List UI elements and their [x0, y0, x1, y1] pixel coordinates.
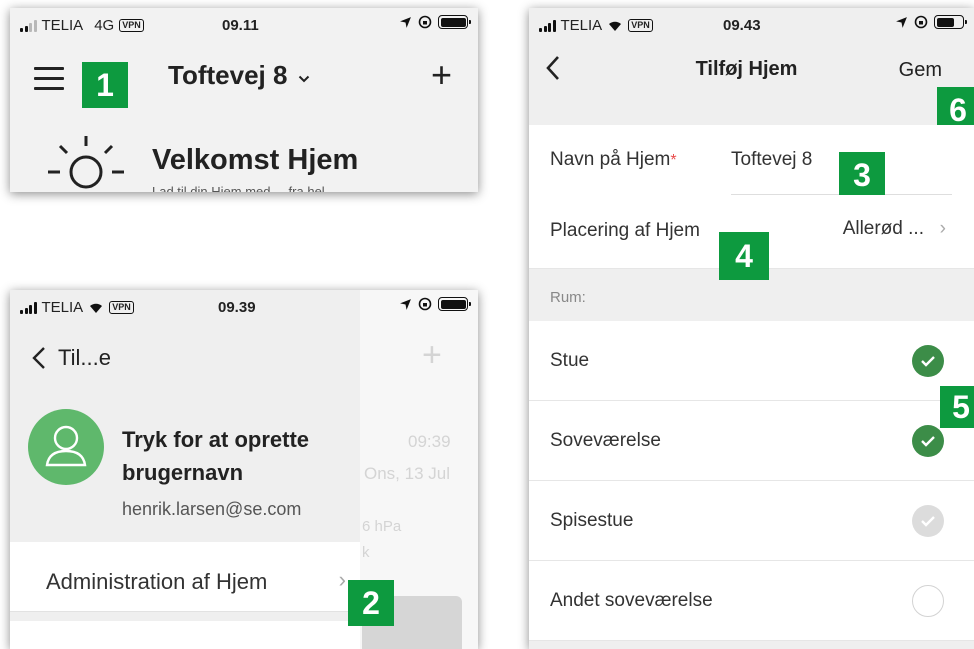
step-badge-4: 4 [719, 232, 769, 280]
chevron-left-icon [32, 347, 45, 369]
signal-icon [20, 301, 37, 314]
room-row[interactable]: Andet soveværelse [529, 561, 974, 641]
status-time: 09.11 [222, 17, 259, 34]
signal-icon [539, 19, 556, 32]
status-time: 09.39 [218, 299, 256, 316]
status-time: 09.43 [723, 17, 761, 34]
carrier-name: TELIA [41, 299, 84, 316]
carrier-name: TELIA [560, 17, 603, 34]
room-name: Spisestue [550, 510, 634, 531]
signal-icon [20, 19, 37, 32]
step-badge-2: 2 [348, 580, 394, 626]
menu-item-home-management[interactable]: Administration af Hjem › [10, 542, 360, 612]
menu-icon[interactable] [34, 67, 64, 97]
vpn-badge: VPN [109, 301, 134, 314]
room-row[interactable]: Soveværelse [529, 401, 974, 481]
back-label: Til...e [58, 345, 111, 370]
wifi-icon [609, 21, 622, 31]
carrier-name: TELIA [41, 17, 84, 34]
background-add-icon: + [422, 336, 442, 374]
rotation-lock-icon [914, 15, 928, 29]
battery-icon [438, 297, 471, 311]
user-email: henrik.larsen@se.com [122, 499, 302, 519]
back-button[interactable]: Til...e [32, 345, 111, 371]
status-icons [399, 15, 471, 29]
location-arrow-icon [400, 298, 411, 310]
rotation-lock-icon [418, 297, 432, 311]
home-name-field[interactable]: Toftevej 8 [731, 149, 812, 171]
checkmark-circle-icon[interactable] [912, 425, 944, 457]
home-name-label-text: Navn på Hjem [550, 149, 671, 170]
checkmark-icon [921, 436, 935, 447]
room-name: Andet soveværelse [550, 590, 713, 611]
network-type: 4G [94, 17, 115, 34]
background-time: 09:39 [408, 432, 451, 451]
home-location-value: Allerød ... [842, 218, 924, 239]
background-extra: k [362, 544, 370, 561]
room-name: Stue [550, 350, 590, 371]
battery-icon [438, 15, 471, 29]
status-bar: TELIA VPN 09.43 [529, 8, 974, 38]
vpn-badge: VPN [628, 19, 653, 32]
required-mark: * [670, 152, 677, 169]
step-badge-3: 3 [839, 152, 885, 198]
create-username-prompt[interactable]: Tryk for at oprette brugernavn [122, 423, 342, 489]
status-bar: TELIA VPN 09.39 [10, 290, 478, 320]
carrier-group: TELIA 4G VPN [20, 17, 144, 34]
room-name: Soveværelse [550, 430, 661, 451]
status-icons [895, 15, 967, 29]
save-button[interactable]: Gem [899, 59, 942, 82]
background-date: Ons, 13 Jul [364, 464, 450, 483]
location-arrow-icon [400, 16, 411, 28]
menu-item-next[interactable] [10, 621, 360, 649]
chevron-right-icon: › [939, 218, 946, 239]
wifi-icon [90, 303, 103, 313]
step-badge-5: 5 [940, 386, 974, 428]
chevron-right-icon: › [338, 567, 346, 592]
welcome-subtext: Lad til din Hjem med ... fra hel... [152, 184, 336, 192]
status-icons [399, 297, 471, 311]
checkmark-icon [921, 516, 935, 527]
user-icon [45, 425, 87, 467]
home-name-row: Navn på Hjem* Toftevej 8 [529, 125, 974, 195]
rooms-section-label: Rum: [550, 289, 586, 306]
menu-item-label: Administration af Hjem [46, 569, 268, 594]
background-pressure: 6 hPa [362, 518, 402, 535]
status-bar: TELIA 4G VPN 09.11 [10, 8, 478, 38]
battery-icon [934, 15, 967, 29]
carrier-group: TELIA VPN [20, 299, 134, 316]
chevron-down-icon [298, 75, 309, 83]
home-title: Toftevej 8 [168, 60, 288, 90]
home-location-label: Placering af Hjem [550, 220, 700, 241]
home-screen-panel: TELIA 4G VPN 09.11 1 Toftevej 8 + Velkom… [10, 8, 478, 192]
room-row[interactable]: Spisestue [529, 481, 974, 561]
rotation-lock-icon [418, 15, 432, 29]
vpn-badge: VPN [119, 19, 144, 32]
home-name-label: Navn på Hjem* [550, 149, 677, 171]
step-badge-1: 1 [82, 62, 128, 108]
location-arrow-icon [896, 16, 907, 28]
avatar[interactable] [28, 409, 104, 485]
side-menu-panel: + 09:39 Ons, 13 Jul 6 hPa k TELIA VPN 09… [10, 290, 478, 649]
checkmark-circle-icon[interactable] [912, 505, 944, 537]
welcome-heading: Velkomst Hjem [152, 144, 359, 176]
sun-icon [48, 136, 124, 189]
room-row[interactable]: Stue [529, 321, 974, 401]
empty-circle-icon[interactable] [912, 585, 944, 617]
home-selector[interactable]: Toftevej 8 [168, 60, 310, 91]
checkmark-icon [921, 356, 935, 367]
add-home-panel: TELIA VPN 09.43 Tilføj Hjem Gem 6 Navn p… [529, 8, 974, 649]
carrier-group: TELIA VPN [539, 17, 653, 34]
checkmark-circle-icon[interactable] [912, 345, 944, 377]
add-button[interactable]: + [431, 57, 452, 93]
